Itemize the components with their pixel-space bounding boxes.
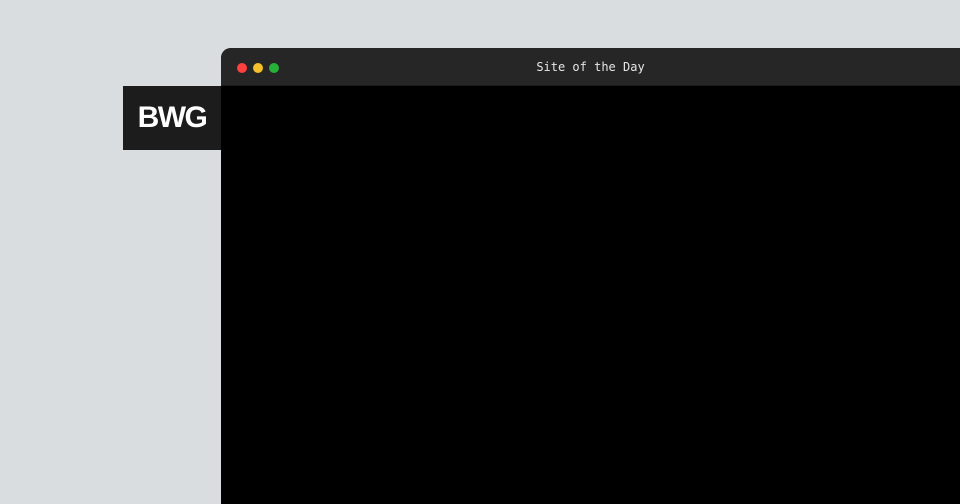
browser-window: Site of the Day xyxy=(221,48,960,504)
window-title: Site of the Day xyxy=(536,60,645,74)
brand-logo-text: BWG xyxy=(137,101,208,134)
window-titlebar[interactable]: Site of the Day xyxy=(221,48,960,86)
page: BWG Site of the Day xyxy=(0,0,960,504)
brand-logo[interactable]: BWG xyxy=(123,86,221,150)
window-content xyxy=(221,86,960,504)
